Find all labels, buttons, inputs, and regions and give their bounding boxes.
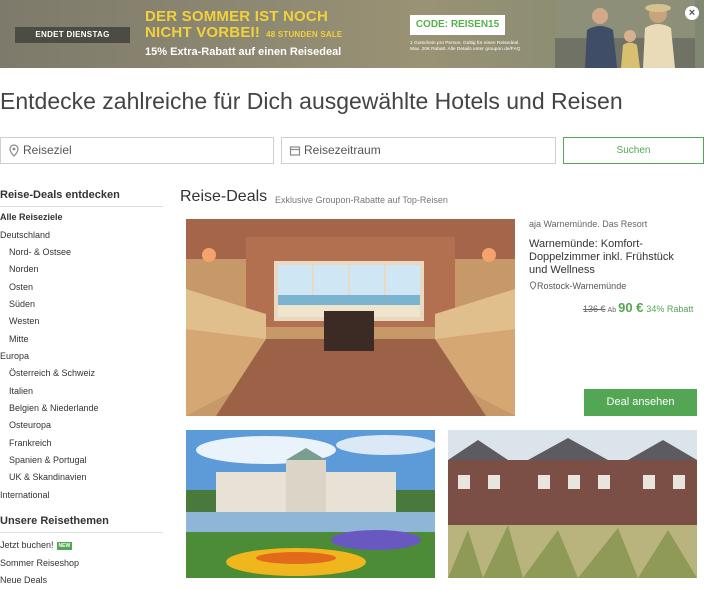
sidebar-item-spain-portugal[interactable]: Spanien & Portugal [9, 455, 87, 465]
new-badge: NEW [56, 542, 73, 550]
banner-tag: ENDET DIENSTAG [15, 27, 130, 43]
banner-title-line2: NICHT VORBEI! 48 STUNDEN SALE [145, 25, 405, 43]
sidebar-item-north[interactable]: Norden [9, 264, 39, 274]
search-button[interactable]: Suchen [563, 137, 704, 164]
new-price: 90 € [618, 300, 644, 315]
banner-title-line2-text: NICHT VORBEI! [145, 24, 261, 41]
deal-image-palace[interactable] [186, 430, 435, 578]
sidebar-item-north-baltic-sea[interactable]: Nord- & Ostsee [9, 247, 71, 257]
banner-title-line1: DER SOMMER IST NOCH [145, 8, 328, 25]
deal-location: Rostock-Warnemünde [529, 281, 626, 291]
deal-title[interactable]: Warnemünde: Komfort-Doppelzimmer inkl. F… [529, 238, 694, 277]
location-pin-icon [529, 281, 537, 290]
banner-travelers-image [555, 0, 695, 68]
sidebar-item-uk-scandinavia[interactable]: UK & Skandinavien [9, 472, 87, 482]
sidebar-item-eastern-europe[interactable]: Osteuropa [9, 420, 51, 430]
sidebar-item-italy[interactable]: Italien [9, 386, 33, 396]
close-icon[interactable]: × [685, 6, 699, 20]
sidebar-item-all-destinations[interactable]: Alle Reiseziele [0, 212, 63, 222]
banner-fine-print: 1 Gutschein pro Person. Gültig für einen… [410, 41, 550, 53]
sidebar-item-south[interactable]: Süden [9, 299, 35, 309]
sidebar-theme-summer-shop[interactable]: Sommer Reiseshop [0, 558, 79, 568]
sidebar-heading-themes: Unsere Reisethemen [0, 515, 163, 533]
travel-period-placeholder: Reisezeitraum [304, 143, 381, 157]
old-price: 136 € [583, 304, 606, 314]
banner-title: DER SOMMER IST NOCH NICHT VORBEI! 48 STUN… [145, 9, 405, 43]
sidebar-item-germany[interactable]: Deutschland [0, 230, 50, 240]
destination-placeholder: Reiseziel [23, 143, 72, 157]
deal-merchant: aja Warnemünde. Das Resort [529, 219, 648, 229]
banner-subtitle: 15% Extra-Rabatt auf einen Reisedeal [145, 46, 342, 58]
page-title: Entdecke zahlreiche für Dich ausgewählte… [0, 88, 623, 114]
location-pin-icon [9, 144, 19, 157]
sidebar-heading-deals: Reise-Deals entdecken [0, 189, 163, 207]
deal-image-resort[interactable] [448, 430, 697, 578]
banner-sale-label: 48 STUNDEN SALE [266, 30, 343, 39]
banner-code: CODE: REISEN15 [410, 15, 505, 35]
sidebar-theme-book-now-label: Jetzt buchen! [0, 540, 54, 550]
sidebar-theme-book-now[interactable]: Jetzt buchen! NEW [0, 540, 73, 550]
destination-input[interactable]: Reiseziel [0, 137, 274, 164]
deal-price: 136 € Ab 90 €34% Rabatt [583, 300, 693, 315]
travel-period-input[interactable]: Reisezeitraum [281, 137, 556, 164]
sidebar-theme-new-deals[interactable]: Neue Deals [0, 575, 47, 585]
promo-banner[interactable]: ENDET DIENSTAG DER SOMMER IST NOCH NICHT… [0, 0, 704, 68]
deal-location-text: Rostock-Warnemünde [537, 281, 627, 291]
discount-label: 34% Rabatt [646, 304, 694, 314]
sidebar-item-middle[interactable]: Mitte [9, 334, 29, 344]
sidebar-item-austria-switzerland[interactable]: Österreich & Schweiz [9, 368, 95, 378]
section-title: Reise-Deals [180, 188, 268, 205]
sidebar-item-east[interactable]: Osten [9, 282, 33, 292]
calendar-icon [289, 146, 301, 156]
section-subtitle: Exklusive Groupon-Rabatte auf Top-Reisen [275, 195, 448, 205]
price-from-label: Ab [607, 307, 617, 314]
sidebar-item-west[interactable]: Westen [9, 316, 39, 326]
deal-image-sauna[interactable] [186, 219, 515, 416]
sidebar-item-france[interactable]: Frankreich [9, 438, 52, 448]
sidebar-item-europe[interactable]: Europa [0, 351, 29, 361]
banner-fine-line2: Max. 20€ Rabatt. Alle Details unter grou… [410, 47, 521, 52]
view-deal-button[interactable]: Deal ansehen [584, 389, 697, 416]
sidebar-item-belgium-netherlands[interactable]: Belgien & Niederlande [9, 403, 99, 413]
sidebar-item-international[interactable]: International [0, 490, 50, 500]
